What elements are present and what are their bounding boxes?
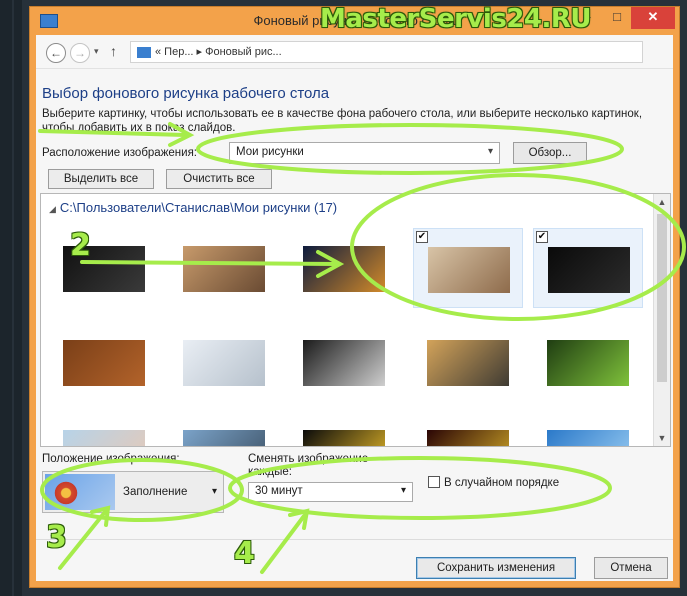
change-interval-dropdown[interactable]: 30 минут ▾ — [248, 482, 413, 502]
wallpaper-image — [548, 247, 630, 293]
flower-image — [53, 480, 79, 506]
checkbox-checked-icon[interactable]: ✔ — [416, 231, 428, 243]
watermark-logo: MasterServis24.RU — [320, 4, 592, 34]
page-description: Выберите картинку, чтобы использовать ее… — [42, 108, 643, 134]
wallpaper-image — [303, 430, 385, 446]
wallpaper-thumb-green-grass[interactable] — [533, 322, 643, 402]
wallpaper-thumb-dark-texture[interactable] — [49, 228, 159, 308]
shuffle-label: В случайном порядке — [444, 477, 560, 489]
wallpaper-image — [63, 430, 145, 446]
change-interval-value: 30 минут — [255, 485, 303, 497]
change-interval-label: Сменять изображение каждые: — [248, 453, 369, 478]
wallpaper-thumb-girl-car-interior[interactable] — [169, 228, 279, 308]
clear-all-button[interactable]: Очистить все — [166, 169, 272, 189]
position-value: Заполнение — [123, 486, 188, 498]
position-dropdown[interactable]: Заполнение ▾ — [42, 471, 224, 513]
footer-divider — [36, 539, 673, 540]
location-value: Мои рисунки — [236, 146, 304, 158]
wallpaper-image — [428, 247, 510, 293]
wallpaper-thumb-minion-1[interactable] — [289, 412, 399, 446]
wallpaper-image — [427, 340, 509, 386]
scrollbar-thumb[interactable] — [657, 214, 667, 382]
wallpaper-thumb-wood-shelves[interactable] — [49, 322, 159, 402]
desktop-stripe — [14, 0, 22, 596]
wallpaper-thumb-pastel-stripes[interactable] — [49, 412, 159, 446]
wallpaper-thumb-minion-2[interactable] — [413, 412, 523, 446]
position-preview-image — [45, 474, 115, 510]
scroll-down-icon[interactable]: ▼ — [654, 430, 670, 446]
folder-group-header[interactable]: ◢ C:\Пользователи\Станислав\Мои рисунки (… — [49, 200, 337, 215]
dialog-body: ← → ▾ ↑ « Пер... ▸ Фоновый рис... Выбор … — [36, 35, 673, 581]
forward-button[interactable]: → — [70, 43, 90, 63]
chevron-down-icon: ▾ — [400, 485, 406, 496]
wallpaper-thumb-vintage-camera-desk[interactable]: ✔ — [413, 228, 523, 308]
wallpaper-image — [303, 340, 385, 386]
wallpaper-thumb-night-city[interactable] — [289, 228, 399, 308]
wallpaper-image — [183, 246, 265, 292]
gallery-scrollbar[interactable]: ▲ ▼ — [653, 194, 670, 446]
maximize-button[interactable]: □ — [603, 7, 631, 29]
wallpaper-thumb-city-blue[interactable] — [533, 412, 643, 446]
control-panel-icon — [137, 46, 151, 58]
position-label: Положение изображения: — [42, 453, 180, 465]
wallpaper-thumb-city-skyline[interactable] — [169, 412, 279, 446]
cancel-button[interactable]: Отмена — [594, 557, 668, 579]
breadcrumb[interactable]: « Пер... ▸ Фоновый рис... — [130, 41, 643, 63]
annotation-number-3: 3 — [46, 520, 67, 555]
wallpaper-image — [547, 430, 629, 446]
wallpaper-image — [303, 246, 385, 292]
wallpaper-thumb-girl-dark[interactable] — [289, 322, 399, 402]
wallpaper-image — [183, 430, 265, 446]
browse-button[interactable]: Обзор... — [513, 142, 587, 164]
save-changes-button[interactable]: Сохранить изменения — [416, 557, 576, 579]
chevron-down-icon: ▾ — [487, 146, 493, 157]
wallpaper-thumb-white-car-sunset[interactable] — [413, 322, 523, 402]
annotation-number-2: 2 — [70, 228, 91, 263]
wallpaper-thumb-dark-floral[interactable]: ✔ — [533, 228, 643, 308]
wallpaper-image — [427, 430, 509, 446]
wallpaper-image — [183, 340, 265, 386]
desktop-stripe — [0, 0, 12, 596]
wallpaper-gallery: ◢ C:\Пользователи\Станислав\Мои рисунки (… — [40, 193, 671, 447]
annotation-number-4: 4 — [234, 536, 255, 571]
chevron-down-icon: ▾ — [211, 486, 217, 497]
collapse-icon: ◢ — [49, 204, 56, 214]
close-button[interactable]: ✕ — [631, 7, 675, 29]
recent-locations-icon[interactable]: ▾ — [94, 46, 99, 57]
wallpaper-image — [63, 340, 145, 386]
breadcrumb-text: « Пер... ▸ Фоновый рис... — [155, 46, 282, 58]
shuffle-checkbox[interactable]: В случайном порядке — [428, 476, 559, 489]
address-bar: ← → ▾ ↑ « Пер... ▸ Фоновый рис... — [36, 35, 673, 69]
location-label: Расположение изображения: — [42, 147, 197, 159]
wallpaper-thumb-white-car-girl[interactable] — [169, 322, 279, 402]
wallpaper-image — [547, 340, 629, 386]
location-dropdown[interactable]: Мои рисунки ▾ — [229, 142, 500, 164]
back-button[interactable]: ← — [46, 43, 66, 63]
select-all-button[interactable]: Выделить все — [48, 169, 154, 189]
scroll-up-icon[interactable]: ▲ — [654, 194, 670, 210]
checkbox-icon[interactable] — [428, 476, 440, 488]
checkbox-checked-icon[interactable]: ✔ — [536, 231, 548, 243]
wallpaper-window: Фоновый рисунок рабочего стола – □ ✕ ← →… — [29, 6, 680, 588]
up-button[interactable]: ↑ — [110, 43, 117, 59]
folder-path: C:\Пользователи\Станислав\Мои рисунки (1… — [59, 200, 338, 215]
page-title: Выбор фонового рисунка рабочего стола — [42, 85, 330, 102]
